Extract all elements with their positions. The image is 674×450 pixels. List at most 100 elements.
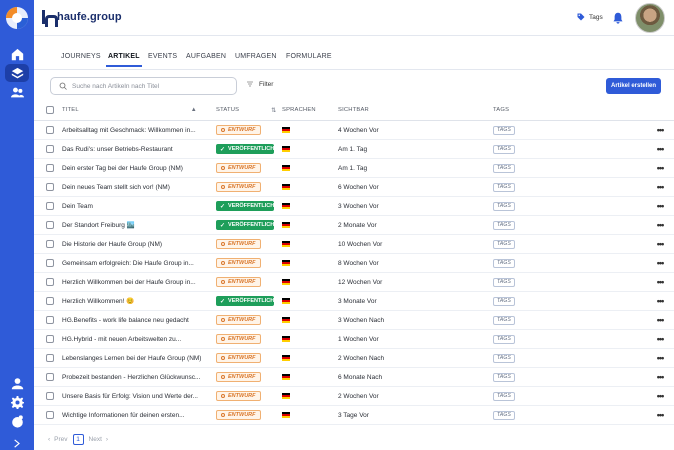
tags-chip[interactable]: TAGS (493, 182, 516, 192)
row-checkbox[interactable] (46, 145, 54, 153)
row-checkbox[interactable] (46, 221, 54, 229)
next-page[interactable]: Next (89, 436, 102, 443)
tags-link[interactable]: Tags (577, 13, 603, 21)
tab-events[interactable]: EVENTS (148, 53, 177, 60)
article-title[interactable]: Gemeinsam erfolgreich: Die Haufe Group i… (62, 254, 208, 272)
table-row[interactable]: Dein erster Tag bei der Haufe Group (NM)… (34, 159, 674, 178)
row-checkbox[interactable] (46, 297, 54, 305)
tab-aufgaben[interactable]: AUFGABEN (186, 53, 226, 60)
row-checkbox[interactable] (46, 411, 54, 419)
row-checkbox[interactable] (46, 373, 54, 381)
article-title[interactable]: Der Standort Freiburg 🏙️ (62, 216, 208, 234)
more-options-icon[interactable]: ••• (657, 239, 665, 249)
article-title[interactable]: Wichtige Informationen für deinen ersten… (62, 406, 208, 424)
tags-chip[interactable]: TAGS (493, 201, 516, 211)
row-checkbox[interactable] (46, 164, 54, 172)
column-header-title[interactable]: TITEL ▲ (62, 100, 208, 120)
tags-chip[interactable]: TAGS (493, 220, 516, 230)
page-number-current[interactable]: 1 (72, 434, 84, 445)
tags-chip[interactable]: TAGS (493, 372, 516, 382)
select-all-checkbox[interactable] (46, 106, 54, 114)
table-row[interactable]: Dein Team ✓ VERÖFFENTLICHT 3 Wochen Vor T… (34, 197, 674, 216)
table-row[interactable]: Dein neues Team stellt sich vor! (NM) EN… (34, 178, 674, 197)
article-title[interactable]: Dein erster Tag bei der Haufe Group (NM) (62, 159, 208, 177)
user-icon[interactable] (5, 374, 29, 392)
article-title[interactable]: Dein Team (62, 197, 208, 215)
table-row[interactable]: Der Standort Freiburg 🏙️ ✓ VERÖFFENTLICHT… (34, 216, 674, 235)
table-row[interactable]: Gemeinsam erfolgreich: Die Haufe Group i… (34, 254, 674, 273)
row-checkbox[interactable] (46, 259, 54, 267)
article-title[interactable]: Die Historie der Haufe Group (NM) (62, 235, 208, 253)
more-options-icon[interactable]: ••• (657, 182, 665, 192)
notification-bell-icon[interactable] (612, 11, 624, 24)
prev-page[interactable]: Prev (54, 436, 67, 443)
help-icon[interactable] (5, 412, 29, 430)
tab-artikel[interactable]: ARTIKEL (106, 53, 142, 67)
table-row[interactable]: Arbeitsalltag mit Geschmack: Willkommen … (34, 121, 674, 140)
app-logo-icon[interactable] (6, 7, 28, 29)
search-input[interactable] (72, 82, 232, 90)
article-title[interactable]: Lebenslanges Lernen bei der Haufe Group … (62, 349, 208, 367)
tags-chip[interactable]: TAGS (493, 315, 516, 325)
sort-icon[interactable]: ⇅ (271, 107, 276, 114)
row-checkbox[interactable] (46, 278, 54, 286)
tags-chip[interactable]: TAGS (493, 239, 516, 249)
more-options-icon[interactable]: ••• (657, 334, 665, 344)
table-row[interactable]: Probezeit bestanden - Herzlichen Glückwu… (34, 368, 674, 387)
column-header-status[interactable]: STATUS ⇅ (216, 100, 278, 120)
table-row[interactable]: Wichtige Informationen für deinen ersten… (34, 406, 674, 425)
users-icon[interactable] (5, 83, 29, 101)
table-row[interactable]: Herzlich Willkommen! 😊 ✓ VERÖFFENTLICHT 3… (34, 292, 674, 311)
brand-logo[interactable]: haufe.group (42, 10, 122, 27)
table-row[interactable]: HG.Hybrid - mit neuen Arbeitswelten zu..… (34, 330, 674, 349)
row-checkbox[interactable] (46, 316, 54, 324)
article-title[interactable]: Arbeitsalltag mit Geschmack: Willkommen … (62, 121, 208, 139)
create-article-button[interactable]: Artikel erstellen (606, 78, 661, 94)
more-options-icon[interactable]: ••• (657, 144, 665, 154)
more-options-icon[interactable]: ••• (657, 372, 665, 382)
avatar[interactable] (635, 3, 665, 33)
chevron-left-icon[interactable]: ‹ (48, 436, 50, 443)
article-title[interactable]: Herzlich Willkommen bei der Haufe Group … (62, 273, 208, 291)
chevron-right-icon[interactable]: › (106, 436, 108, 443)
tags-chip[interactable]: TAGS (493, 296, 516, 306)
tags-chip[interactable]: TAGS (493, 410, 516, 420)
article-title[interactable]: Das Rudi's: unser Betriebs-Restaurant (62, 140, 208, 158)
tags-chip[interactable]: TAGS (493, 144, 516, 154)
more-options-icon[interactable]: ••• (657, 315, 665, 325)
more-options-icon[interactable]: ••• (657, 391, 665, 401)
article-title[interactable]: Probezeit bestanden - Herzlichen Glückwu… (62, 368, 208, 386)
more-options-icon[interactable]: ••• (657, 277, 665, 287)
row-checkbox[interactable] (46, 354, 54, 362)
more-options-icon[interactable]: ••• (657, 163, 665, 173)
row-checkbox[interactable] (46, 126, 54, 134)
sort-asc-icon[interactable]: ▲ (191, 107, 197, 113)
more-options-icon[interactable]: ••• (657, 220, 665, 230)
tags-chip[interactable]: TAGS (493, 353, 516, 363)
row-checkbox[interactable] (46, 240, 54, 248)
tags-chip[interactable]: TAGS (493, 258, 516, 268)
tags-chip[interactable]: TAGS (493, 334, 516, 344)
gear-icon[interactable] (5, 393, 29, 411)
article-title[interactable]: Herzlich Willkommen! 😊 (62, 292, 208, 310)
tab-journeys[interactable]: JOURNEYS (61, 53, 101, 60)
tags-chip[interactable]: TAGS (493, 277, 516, 287)
table-row[interactable]: Die Historie der Haufe Group (NM) ENTWUR… (34, 235, 674, 254)
filter-button[interactable]: Filter (246, 80, 273, 88)
expand-chevron-icon[interactable] (5, 434, 29, 450)
tab-formulare[interactable]: FORMULARE (286, 53, 332, 60)
tags-chip[interactable]: TAGS (493, 391, 516, 401)
table-row[interactable]: HG.Benefits - work life balance neu geda… (34, 311, 674, 330)
article-title[interactable]: HG.Benefits - work life balance neu geda… (62, 311, 208, 329)
tags-chip[interactable]: TAGS (493, 125, 516, 135)
more-options-icon[interactable]: ••• (657, 296, 665, 306)
table-row[interactable]: Das Rudi's: unser Betriebs-Restaurant ✓ V… (34, 140, 674, 159)
table-row[interactable]: Herzlich Willkommen bei der Haufe Group … (34, 273, 674, 292)
table-row[interactable]: Unsere Basis für Erfolg: Vision und Wert… (34, 387, 674, 406)
article-title[interactable]: HG.Hybrid - mit neuen Arbeitswelten zu..… (62, 330, 208, 348)
layers-icon[interactable] (5, 64, 29, 82)
article-title[interactable]: Unsere Basis für Erfolg: Vision und Wert… (62, 387, 208, 405)
home-icon[interactable] (5, 45, 29, 63)
row-checkbox[interactable] (46, 392, 54, 400)
row-checkbox[interactable] (46, 202, 54, 210)
